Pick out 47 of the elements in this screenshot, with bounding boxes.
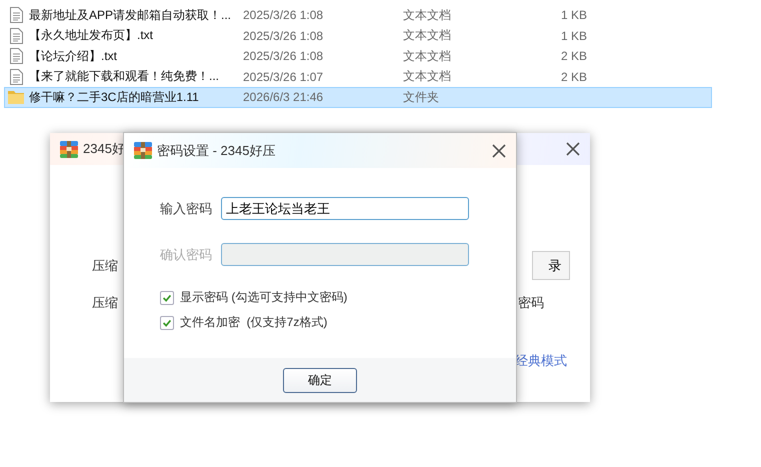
file-row[interactable]: 最新地址及APP请发邮箱自动获取！... 2025/3/26 1:08 文本文档 1 KB xyxy=(4,5,712,26)
file-type: 文本文档 xyxy=(403,68,452,86)
file-size: 1 KB xyxy=(560,8,587,22)
file-size: 1 KB xyxy=(560,28,587,43)
file-row[interactable]: 修干嘛？二手3C店的暗营业1.11 2026/6/3 21:46 文件夹 xyxy=(4,87,712,108)
modified-date: 2025/3/26 1:08 xyxy=(243,49,324,64)
close-icon[interactable] xyxy=(492,144,506,158)
checkbox[interactable] xyxy=(160,316,174,330)
file-row[interactable]: 【永久地址发布页】.txt 2025/3/26 1:08 文本文档 1 KB xyxy=(4,26,712,46)
file-type: 文本文档 xyxy=(403,27,452,44)
document-icon xyxy=(8,7,24,24)
folder-icon xyxy=(8,90,24,104)
checkbox-label: 显示密码 (勾选可支持中文密码) xyxy=(180,289,348,306)
modified-date: 2025/3/26 1:08 xyxy=(243,28,324,43)
document-icon xyxy=(8,68,24,85)
app-icon xyxy=(134,142,152,159)
document-icon xyxy=(8,48,24,64)
document-icon xyxy=(8,28,24,44)
file-size: 2 KB xyxy=(560,49,587,64)
dialog-title: 密码设置 - 2345好压 xyxy=(157,142,276,160)
file-type: 文本文档 xyxy=(403,6,452,24)
file-row[interactable]: 【来了就能下载和观看！纯免费！... 2025/3/26 1:07 文本文档 2 KB xyxy=(4,66,712,87)
file-name: 【论坛介绍】.txt xyxy=(29,48,118,65)
file-type: 文件夹 xyxy=(403,88,440,106)
close-icon[interactable] xyxy=(566,142,580,156)
file-name: 修干嘛？二手3C店的暗营业1.11 xyxy=(29,88,200,106)
modified-date: 2026/6/3 21:46 xyxy=(243,90,324,104)
checkbox[interactable] xyxy=(160,290,174,304)
modified-date: 2025/3/26 1:07 xyxy=(243,70,324,84)
password-field[interactable]: 上老王论坛当老王 xyxy=(221,197,469,220)
file-name: 【永久地址发布页】.txt xyxy=(29,27,154,44)
option-label: 密码 xyxy=(518,294,544,312)
file-name: 最新地址及APP请发邮箱自动获取！... xyxy=(29,6,232,24)
option-label: 压缩 xyxy=(92,256,118,274)
checkbox-label: 文件名加密 (仅支持7z格式) xyxy=(180,314,328,331)
file-type: 文本文档 xyxy=(403,48,452,65)
field-label: 输入密码 xyxy=(160,200,213,218)
window-title: 2345好 xyxy=(83,140,125,158)
ok-button[interactable]: 确定 xyxy=(283,368,357,392)
file-name: 【来了就能下载和观看！纯免费！... xyxy=(29,68,220,86)
file-row[interactable]: 【论坛介绍】.txt 2025/3/26 1:08 文本文档 2 KB xyxy=(4,46,712,66)
browse-button[interactable]: 录 xyxy=(532,251,570,280)
modified-date: 2025/3/26 1:08 xyxy=(243,8,324,22)
file-size: 2 KB xyxy=(560,70,587,84)
app-icon xyxy=(60,140,78,158)
field-label: 确认密码 xyxy=(160,246,213,264)
option-label: 压缩 xyxy=(92,294,118,312)
